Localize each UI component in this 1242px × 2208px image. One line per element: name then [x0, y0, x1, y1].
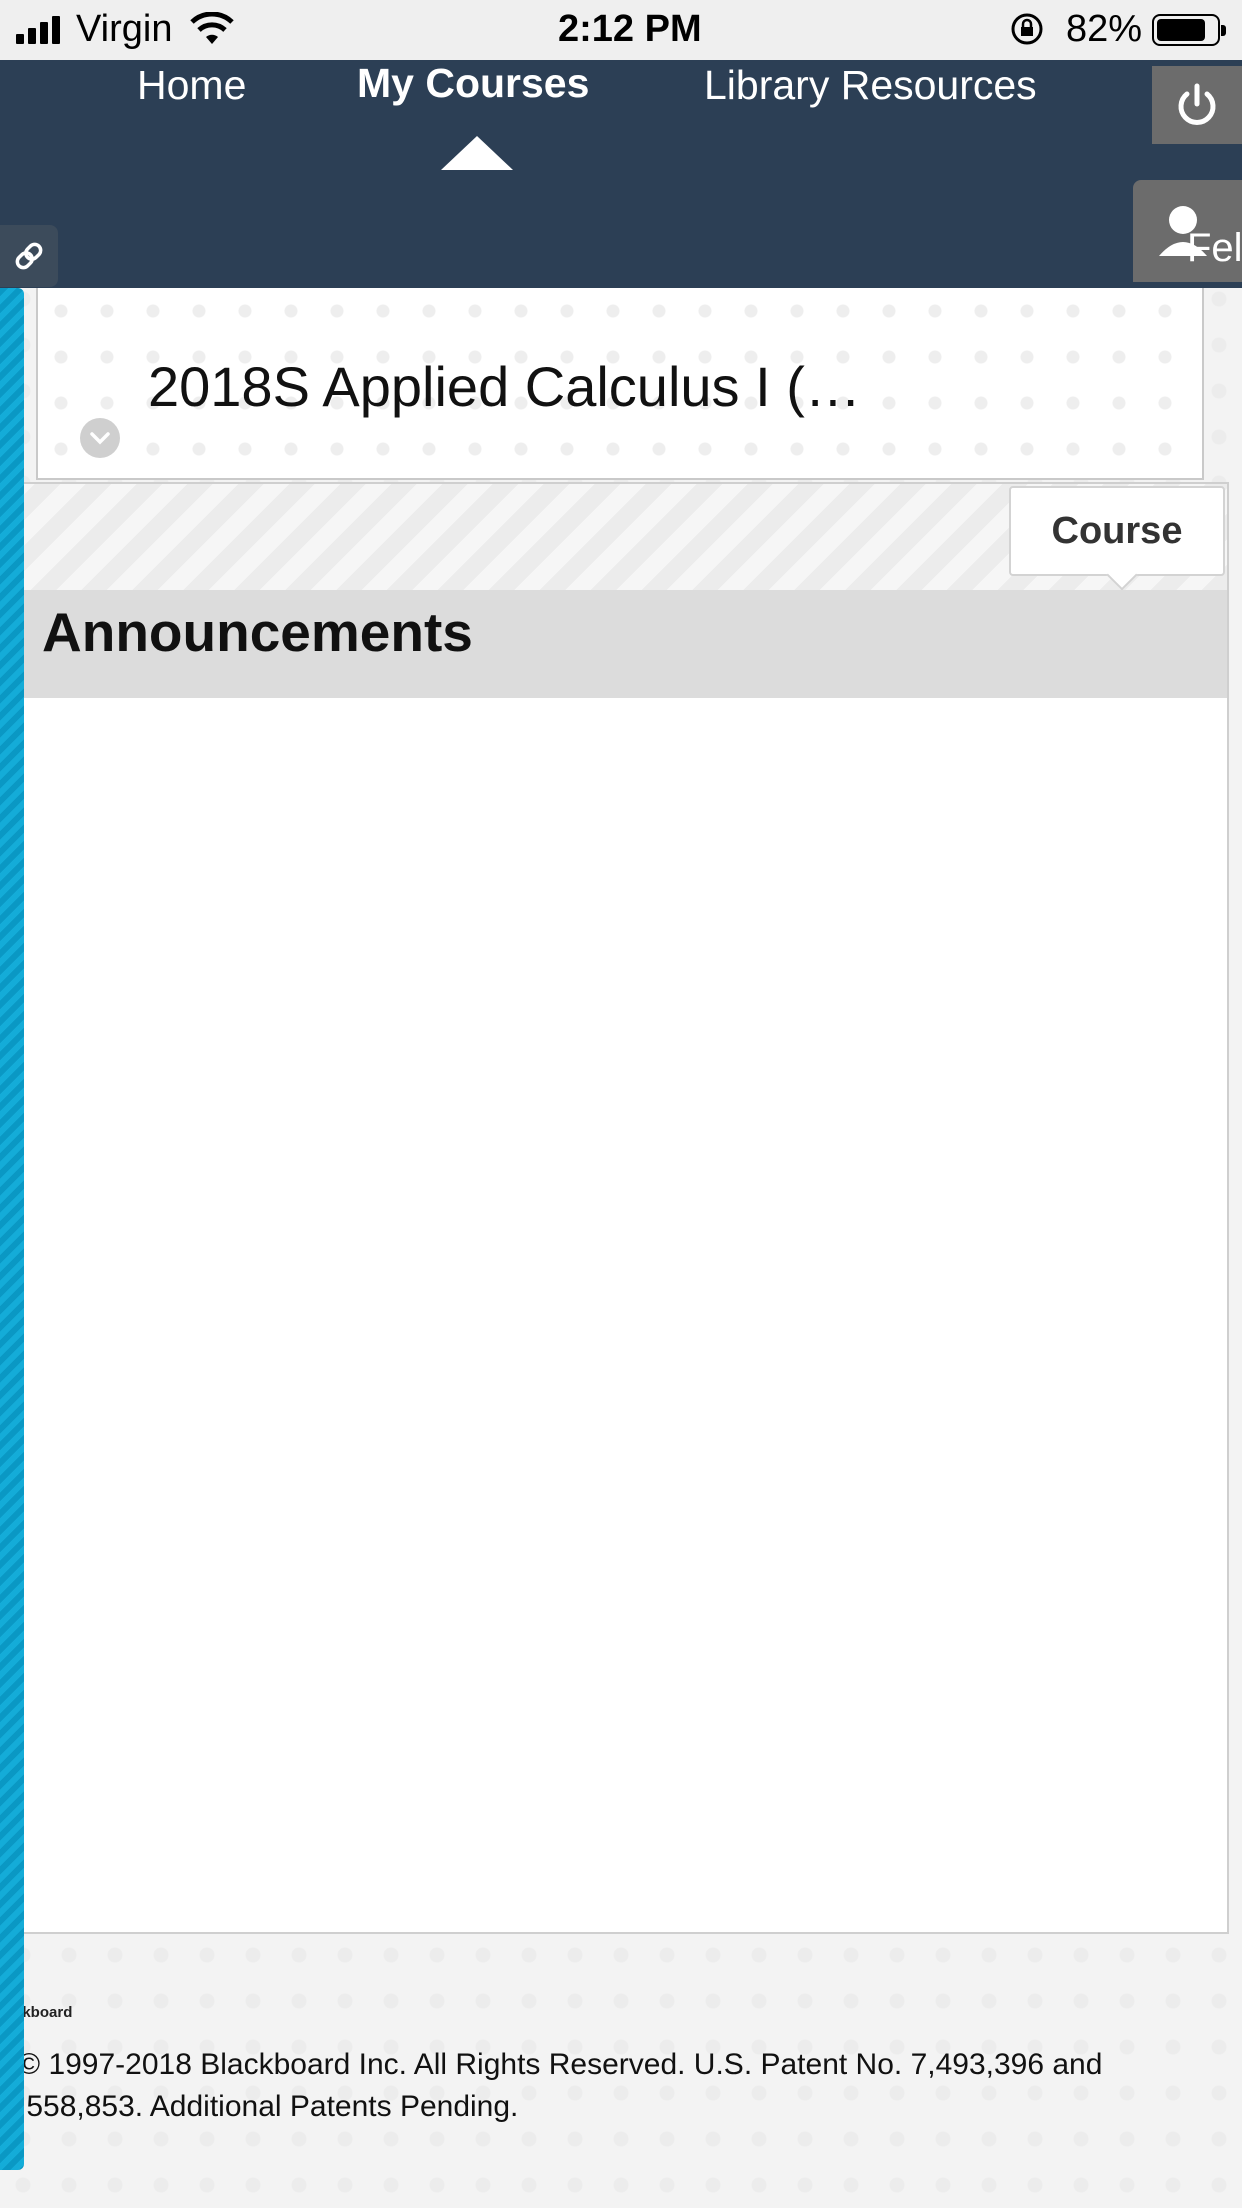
course-menu-toggle[interactable]	[80, 418, 120, 458]
page-title: Announcements	[42, 601, 473, 663]
signal-icon	[16, 16, 64, 44]
power-icon	[1178, 83, 1216, 125]
status-time: 2:12 PM	[558, 8, 702, 50]
content-panel: Course Announcements	[24, 482, 1229, 1934]
course-tab[interactable]: Course	[1009, 486, 1225, 576]
profile-name: Fel	[1187, 226, 1242, 270]
announcements-header: Announcements	[24, 590, 1227, 698]
battery-icon	[1152, 14, 1226, 46]
tab-library-resources[interactable]: Library Resources	[704, 62, 1037, 109]
profile-button[interactable]: Fel	[1133, 180, 1242, 282]
status-bar: Virgin 2:12 PM 82%	[0, 0, 1242, 60]
course-title[interactable]: 2018S Applied Calculus I (…	[148, 354, 861, 419]
battery-percent: 82%	[1066, 8, 1143, 50]
tab-my-courses[interactable]: My Courses	[357, 60, 589, 107]
logout-button[interactable]	[1152, 66, 1242, 144]
course-title-box: 2018S Applied Calculus I (…	[36, 288, 1204, 480]
top-navigation: Home My Courses Library Resources Bl Fel	[0, 60, 1242, 288]
rotation-lock-icon	[1011, 13, 1043, 45]
course-menu-handle[interactable]	[0, 288, 24, 2170]
copyright-text: © 1997-2018 Blackboard Inc. All Rights R…	[18, 2048, 1103, 2123]
link-icon	[15, 242, 43, 270]
active-tab-indicator	[441, 136, 513, 170]
wifi-icon	[190, 12, 234, 44]
tab-home[interactable]: Home	[137, 62, 246, 109]
carrier-name: Virgin	[76, 8, 173, 50]
chevron-down-icon	[90, 432, 110, 445]
quick-links-button[interactable]	[0, 225, 58, 287]
